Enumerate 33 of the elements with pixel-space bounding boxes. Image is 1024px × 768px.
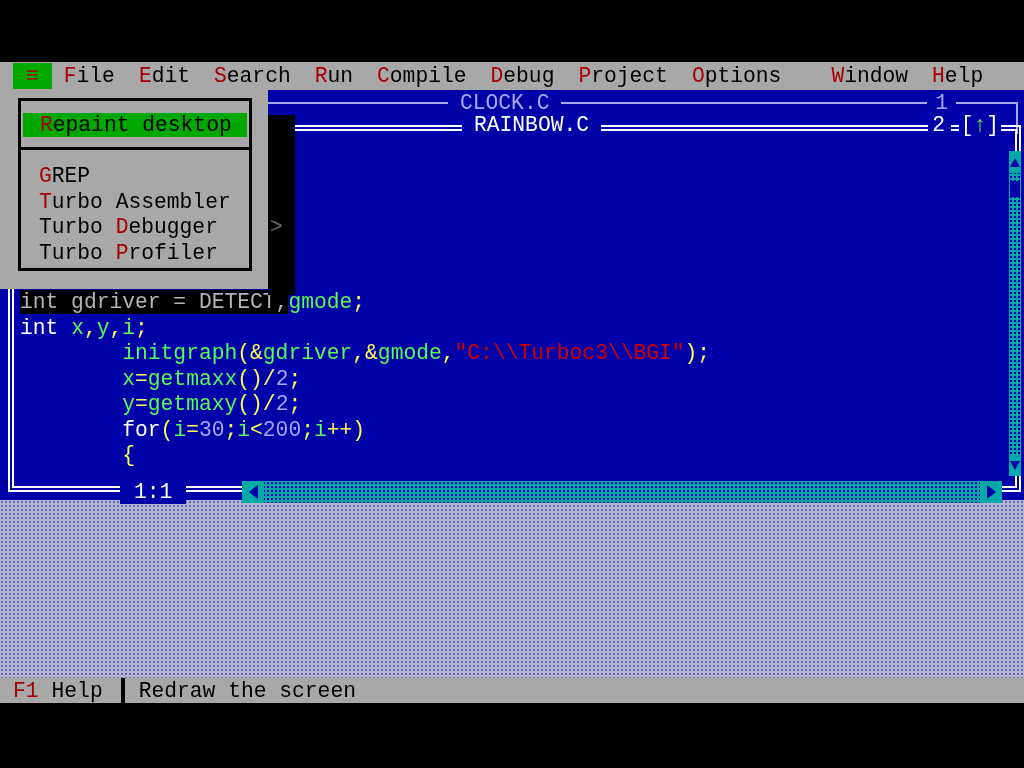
scroll-left-icon[interactable] <box>242 481 264 503</box>
menu-option[interactable]: Turbo Debugger <box>21 215 249 241</box>
shadowed-glyph: > <box>270 215 283 239</box>
status-message: Redraw the screen <box>138 678 356 703</box>
horizontal-scrollbar[interactable] <box>242 481 1002 503</box>
menu-option[interactable]: Turbo Assembler <box>21 189 249 215</box>
code-line: int x,y,i; <box>20 315 148 341</box>
menu-item[interactable]: Search <box>202 63 303 89</box>
code-line: initgraph(&gdriver,&gmode,"C:\\Turboc3\\BGI"); <box>121 341 711 367</box>
menu-item[interactable]: Compile <box>365 63 479 89</box>
menu-item[interactable]: Run <box>302 63 366 89</box>
vertical-scrollbar[interactable] <box>1009 151 1021 476</box>
zoom-button[interactable]: [↑] <box>958 113 1001 137</box>
key-label: Help <box>51 678 103 703</box>
scroll-thumb[interactable] <box>1010 181 1020 197</box>
menu-item[interactable]: Help <box>920 63 996 89</box>
scroll-down-icon[interactable] <box>1009 454 1021 476</box>
code-line: y=getmaxy()/2; <box>121 392 302 418</box>
menu-item[interactable]: Debug <box>478 63 567 89</box>
code-line: { <box>121 443 136 469</box>
menu-item[interactable]: Project <box>566 63 680 89</box>
menu-option[interactable]: Turbo Profiler <box>21 240 249 266</box>
menu-item[interactable]: Options <box>679 63 794 89</box>
menu-item[interactable]: Edit <box>126 63 203 89</box>
cursor-position: 1:1 <box>120 480 187 504</box>
code-line: for(i=30;i<200;i++) <box>121 417 366 443</box>
code-line: x=getmaxx()/2; <box>121 366 302 392</box>
menu-item[interactable]: Window <box>819 63 921 89</box>
menu-item[interactable]: File <box>51 63 127 89</box>
scroll-up-icon[interactable] <box>1009 151 1021 173</box>
menu-option[interactable]: GREP <box>21 164 249 190</box>
scroll-right-icon[interactable] <box>980 481 1002 503</box>
menu-option[interactable]: Repaint desktop <box>23 113 247 137</box>
